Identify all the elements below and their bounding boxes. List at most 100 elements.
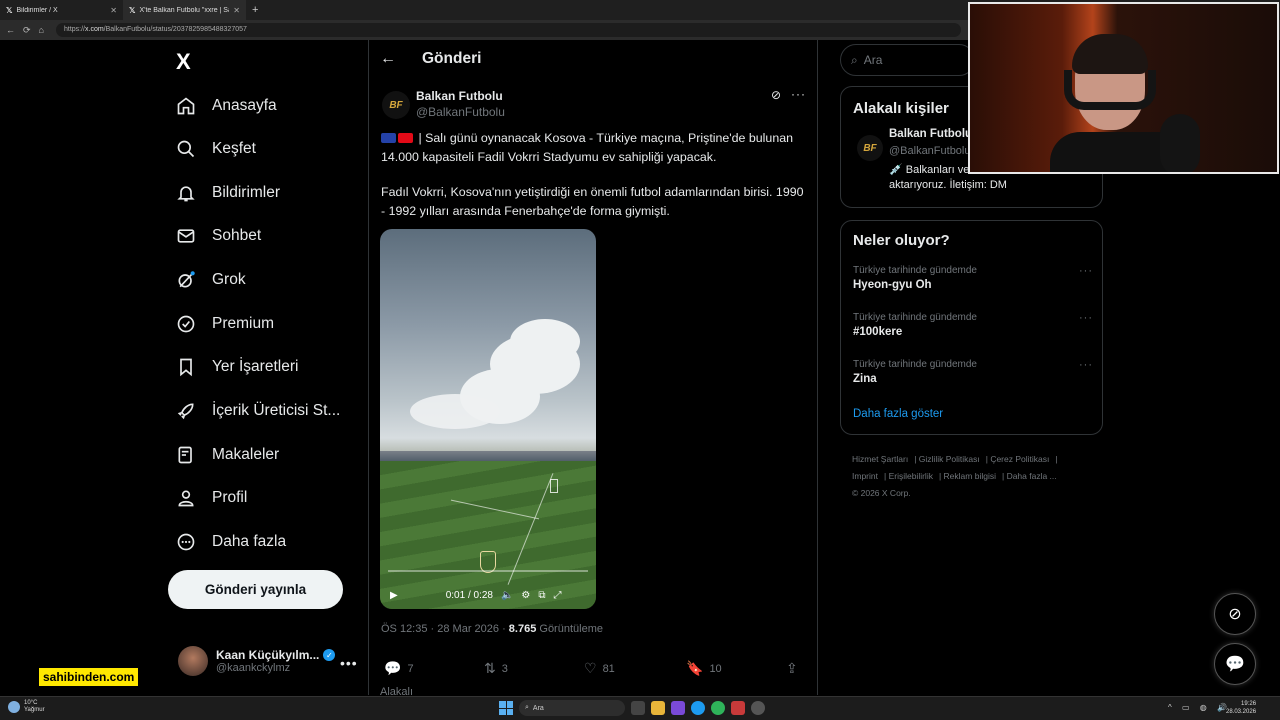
nav-articles[interactable]: Makaleler [176,441,279,469]
refresh-icon[interactable]: ⟳ [23,25,31,36]
taskbar-clock[interactable]: 19:26 28.03.2026 [1226,700,1256,716]
footer-link[interactable]: Reklam bilgisi [944,471,996,481]
reply-button[interactable]: 💬 7 [384,660,414,677]
streamer-figure-part [1072,34,1148,74]
windows-start-icon[interactable] [499,701,513,715]
trends-title: Neler oluyor? [853,232,950,249]
reply-icon: 💬 [384,660,402,676]
reply-count: 7 [407,662,414,675]
close-icon[interactable]: ✕ [233,6,240,15]
url-host: x.com [85,26,104,33]
play-icon[interactable]: ▶ [390,590,398,601]
related-person-avatar[interactable]: BF [857,135,883,161]
post-button[interactable]: Gönderi yayınla [168,570,343,609]
trend-item[interactable]: Türkiye tarihinde gündemde #100kere ··· [853,312,1093,338]
weather-icon [8,701,20,713]
nav-creator-studio[interactable]: İçerik Üreticisi St... [176,397,340,425]
account-switcher[interactable]: Kaan Küçükyılm... ✓ @kaankckylmz [178,644,358,678]
tweet-timestamp[interactable]: ÖS 12:35 · 28 Mar 2026 · [381,623,509,635]
app-icon[interactable] [751,701,765,715]
trend-title: #100kere [853,326,903,338]
footer-link[interactable]: Gizlilik Politikası [919,454,980,464]
footer-link[interactable]: Erişilebilirlik [889,471,933,481]
nav-label: Grok [212,271,246,288]
account-more-icon[interactable]: ••• [340,655,358,671]
nav-label: İçerik Üreticisi St... [212,402,341,419]
share-button[interactable]: ⇪ [786,660,798,677]
streamer-figure [1050,22,1190,172]
home-icon[interactable]: ⌂ [39,25,44,35]
x-logo[interactable]: X [176,49,191,75]
grok-icon[interactable]: ⊘ [771,88,781,102]
weather-widget[interactable]: 10°C Yağmur [8,700,45,714]
avatar [178,646,208,676]
edge-icon[interactable] [691,701,705,715]
file-explorer-icon[interactable] [651,701,665,715]
show-more-link[interactable]: Daha fazla göster [853,408,943,420]
app-icon[interactable] [671,701,685,715]
browser-tab-post[interactable]: 𝕏 X'te Balkan Futbolu "xxre | Salı gü ✕ [123,0,246,20]
settings-icon[interactable]: ⚙ [521,590,530,601]
mail-icon [176,226,196,246]
app-icon[interactable] [711,701,725,715]
nav-more[interactable]: Daha fazla [176,528,286,556]
task-view-icon[interactable] [631,701,645,715]
nav-messages[interactable]: Sohbet [176,222,261,250]
trend-title: Hyeon-gyu Oh [853,279,932,291]
like-button[interactable]: ♡ 81 [584,660,615,677]
footer-link[interactable]: Hizmet Şartları [852,454,908,464]
trend-more-icon[interactable]: ··· [1079,359,1093,371]
nav-profile[interactable]: Profil [176,484,247,512]
more-options-icon[interactable]: ··· [791,87,806,101]
search-placeholder: Ara [863,53,883,67]
tab-title: Bildirimler / X [16,6,58,14]
back-arrow-icon[interactable]: ← [6,25,15,35]
repost-icon: ⇅ [484,660,496,676]
nav-home[interactable]: Anasayfa [176,92,277,120]
tweet-author-name[interactable]: Balkan Futbolu [416,89,503,103]
trend-more-icon[interactable]: ··· [1079,265,1093,277]
fullscreen-icon[interactable]: ⤢ [554,590,562,601]
repost-button[interactable]: ⇅ 3 [484,660,508,677]
taskbar-search[interactable]: ⌕ Ara [519,700,625,716]
trend-item[interactable]: Türkiye tarihinde gündemde Hyeon-gyu Oh … [853,265,1093,291]
back-arrow-icon[interactable]: ← [380,50,396,68]
trends-card: Neler oluyor? Türkiye tarihinde gündemde… [840,220,1103,435]
system-tray[interactable]: ^ ▭ ◍ 🔊 [1168,703,1231,712]
related-people-title: Alakalı kişiler [853,100,949,117]
turkey-flag-icon [398,133,413,143]
app-icon[interactable] [731,701,745,715]
nav-bookmarks[interactable]: Yer İşaretleri [176,353,298,381]
copyright: © 2026 X Corp. [852,488,911,498]
bookmark-button[interactable]: 🔖 10 [686,660,722,677]
new-tab-icon[interactable]: + [246,4,264,16]
trend-item[interactable]: Türkiye tarihinde gündemde Zina ··· [853,359,1093,385]
browser-tab-notifications[interactable]: 𝕏 Bildirimler / X ✕ [0,0,123,20]
footer-link[interactable]: Daha fazla ... [1007,471,1057,481]
nav-label: Keşfet [212,140,256,157]
nav-premium[interactable]: Premium [176,310,274,338]
tweet-author-avatar[interactable]: BF [382,91,410,119]
repost-count: 3 [501,662,508,675]
nav-explore[interactable]: Keşfet [176,135,256,163]
tweet-author-handle[interactable]: @BalkanFutbolu [416,105,505,119]
footer-link[interactable]: Çerez Politikası [990,454,1049,464]
tweet-video[interactable]: ▶ 0:01 / 0:28 🔈 ⚙ ⧉ ⤢ [380,229,596,609]
person-icon [176,488,196,508]
pip-icon[interactable]: ⧉ [538,590,545,601]
video-progress-bar[interactable] [388,570,588,572]
footer-link[interactable]: Imprint [852,471,878,481]
grok-fab-button[interactable]: ⊘ [1214,593,1256,635]
bookmark-icon: 🔖 [686,660,704,676]
tweet-text: | Salı günü oynanacak Kosova - Türkiye m… [381,129,806,237]
related-person-name[interactable]: Balkan Futbolu [889,128,972,140]
volume-icon[interactable]: 🔈 [501,590,513,601]
nav-notifications[interactable]: Bildirimler [176,179,280,207]
chat-fab-button[interactable]: 💬 [1214,643,1256,685]
tweet-actions: 💬 7 ⇅ 3 ♡ 81 🔖 10 ⇪ [384,660,804,678]
url-field[interactable]: https://x.com/BalkanFutbolu/status/20378… [55,23,961,37]
trend-more-icon[interactable]: ··· [1079,312,1093,324]
search-input[interactable]: ⌕ Ara [840,44,975,76]
nav-grok[interactable]: Grok [176,266,246,294]
close-icon[interactable]: ✕ [110,6,117,15]
